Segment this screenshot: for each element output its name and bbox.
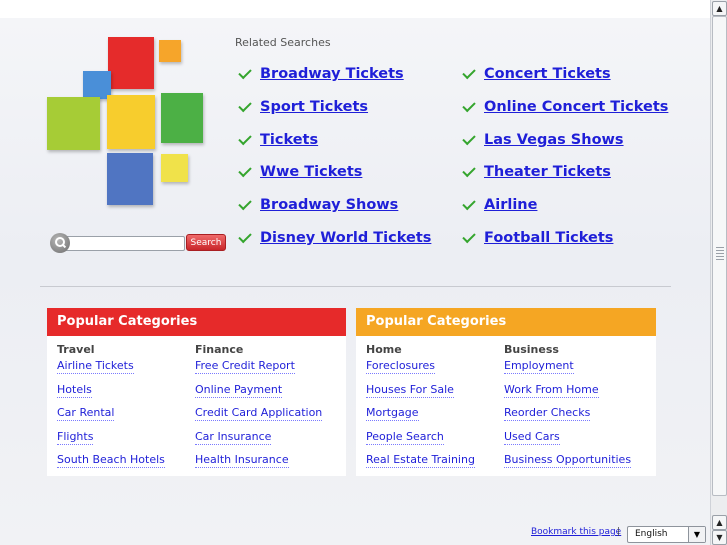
category-link[interactable]: Free Credit Report xyxy=(195,359,295,374)
check-icon xyxy=(462,163,476,177)
related-link-text[interactable]: Concert Tickets xyxy=(484,66,611,82)
category-link[interactable]: Flights xyxy=(57,430,94,445)
scroll-up-icon[interactable]: ▲ xyxy=(712,1,727,16)
check-icon xyxy=(462,98,476,112)
check-icon xyxy=(238,229,252,243)
related-link-text[interactable]: Airline xyxy=(484,197,537,213)
search-input[interactable] xyxy=(63,236,185,251)
magnifier-icon xyxy=(50,233,70,253)
category-title: Home xyxy=(366,343,402,356)
category-column-travel: Travel Airline Tickets Hotels Car Rental… xyxy=(57,343,165,477)
category-link[interactable]: Mortgage xyxy=(366,406,419,421)
related-link-text[interactable]: Sport Tickets xyxy=(260,99,368,115)
category-link[interactable]: Health Insurance xyxy=(195,453,289,468)
popular-categories-panel-orange: Popular Categories Home Foreclosures Hou… xyxy=(356,308,656,476)
related-link-text[interactable]: Football Tickets xyxy=(484,230,613,246)
related-link: Broadway Tickets xyxy=(237,64,404,84)
language-select[interactable]: English ▼ xyxy=(627,526,706,543)
category-link[interactable]: Work From Home xyxy=(504,383,599,398)
related-link-text[interactable]: Broadway Tickets xyxy=(260,66,404,82)
grip-icon xyxy=(716,247,724,261)
check-icon xyxy=(238,65,252,79)
related-link: Disney World Tickets xyxy=(237,228,431,248)
category-link[interactable]: Airline Tickets xyxy=(57,359,134,374)
related-link: Theater Tickets xyxy=(461,162,611,182)
panel-header: Popular Categories xyxy=(356,308,656,336)
logo-square-navy xyxy=(107,153,153,205)
site-logo xyxy=(45,35,215,210)
related-link-text[interactable]: Tickets xyxy=(260,132,318,148)
search-button[interactable]: Search xyxy=(186,234,226,251)
scrollbar-thumb[interactable] xyxy=(712,16,727,496)
check-icon xyxy=(462,131,476,145)
panel-header: Popular Categories xyxy=(47,308,346,336)
related-link: Online Concert Tickets xyxy=(461,97,668,117)
category-column-business: Business Employment Work From Home Reord… xyxy=(504,343,632,477)
related-link: Airline xyxy=(461,195,537,215)
category-link[interactable]: South Beach Hotels xyxy=(57,453,165,468)
category-link[interactable]: Business Opportunities xyxy=(504,453,632,468)
logo-square-lime xyxy=(47,97,100,150)
category-link[interactable]: Car Insurance xyxy=(195,430,272,445)
related-link-text[interactable]: Theater Tickets xyxy=(484,164,611,180)
category-title: Business xyxy=(504,343,559,356)
popular-categories-panel-red: Popular Categories Travel Airline Ticket… xyxy=(47,308,346,476)
category-title: Travel xyxy=(57,343,95,356)
logo-square-pale-yellow xyxy=(161,154,188,182)
scroll-down-icon[interactable]: ▼ xyxy=(712,530,727,545)
category-link[interactable]: Hotels xyxy=(57,383,92,398)
check-icon xyxy=(462,229,476,243)
logo-square-red xyxy=(108,37,154,89)
logo-square-green xyxy=(161,93,203,143)
category-link[interactable]: Online Payment xyxy=(195,383,283,398)
related-link-text[interactable]: Broadway Shows xyxy=(260,197,398,213)
related-link: Broadway Shows xyxy=(237,195,398,215)
vertical-scrollbar[interactable]: ▲ ▲ ▼ xyxy=(710,0,727,545)
related-link-text[interactable]: Las Vegas Shows xyxy=(484,132,624,148)
related-link: Football Tickets xyxy=(461,228,613,248)
related-searches-title: Related Searches xyxy=(235,36,331,49)
category-column-finance: Finance Free Credit Report Online Paymen… xyxy=(195,343,323,477)
category-link[interactable]: Real Estate Training xyxy=(366,453,475,468)
divider xyxy=(40,286,671,287)
check-icon xyxy=(238,163,252,177)
related-link: Wwe Tickets xyxy=(237,162,362,182)
check-icon xyxy=(238,196,252,210)
related-link: Las Vegas Shows xyxy=(461,130,624,150)
related-link-text[interactable]: Online Concert Tickets xyxy=(484,99,668,115)
language-value: English xyxy=(635,529,668,539)
category-link[interactable]: Foreclosures xyxy=(366,359,436,374)
check-icon xyxy=(238,131,252,145)
category-link[interactable]: People Search xyxy=(366,430,444,445)
category-link[interactable]: Car Rental xyxy=(57,406,115,421)
logo-square-yellow xyxy=(107,95,155,149)
chevron-down-icon: ▼ xyxy=(688,527,705,542)
related-link: Concert Tickets xyxy=(461,64,611,84)
category-link[interactable]: Credit Card Application xyxy=(195,406,323,421)
check-icon xyxy=(462,65,476,79)
check-icon xyxy=(238,98,252,112)
category-link[interactable]: Reorder Checks xyxy=(504,406,591,421)
category-link[interactable]: Houses For Sale xyxy=(366,383,454,398)
category-link[interactable]: Employment xyxy=(504,359,574,374)
footer-separator: | xyxy=(617,527,621,537)
check-icon xyxy=(462,196,476,210)
related-link: Sport Tickets xyxy=(237,97,368,117)
scroll-up-icon[interactable]: ▲ xyxy=(712,515,727,530)
related-link-text[interactable]: Wwe Tickets xyxy=(260,164,362,180)
related-link: Tickets xyxy=(237,130,318,150)
top-strip xyxy=(0,0,711,18)
category-column-home: Home Foreclosures Houses For Sale Mortga… xyxy=(366,343,475,477)
logo-square-orange xyxy=(159,40,181,62)
category-title: Finance xyxy=(195,343,244,356)
related-link-text[interactable]: Disney World Tickets xyxy=(260,230,431,246)
category-link[interactable]: Used Cars xyxy=(504,430,560,445)
bookmark-link[interactable]: Bookmark this page xyxy=(531,527,621,537)
